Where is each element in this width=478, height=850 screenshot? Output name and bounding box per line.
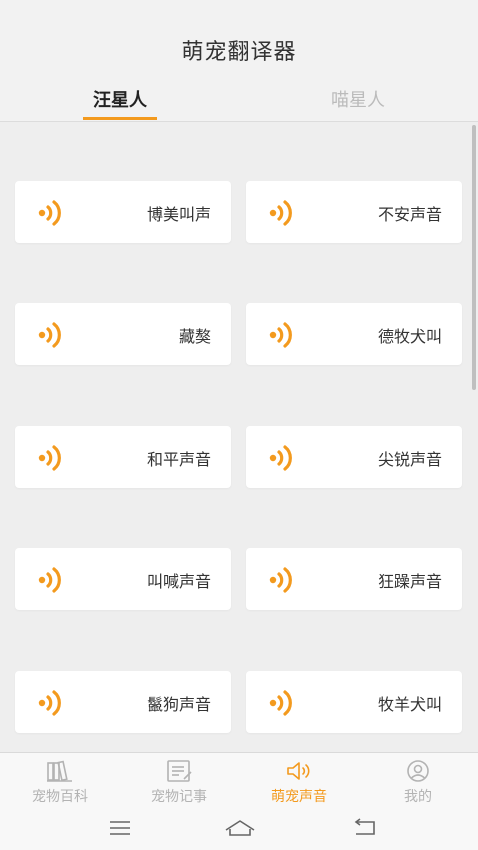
nav-item-pet-encyclopedia[interactable]: 宠物百科 [10,759,110,806]
sound-card-german-shepherd[interactable]: 德牧犬叫 [246,303,462,365]
sound-label: 不安声音 [377,205,442,224]
sound-label: 牧羊犬叫 [377,695,442,714]
notes-icon [167,760,192,782]
sound-wave-icon [269,322,292,348]
nav-item-mine[interactable]: 我的 [368,759,468,806]
sound-wave-icon [38,567,61,593]
bottom-tab-bar: 宠物百科 宠物记事 萌宠声音 我的 [0,752,478,811]
sound-label: 博美叫声 [146,205,211,224]
sound-wave-icon [38,445,61,471]
nav-item-pet-sounds[interactable]: 萌宠声音 [249,759,349,806]
sound-label: 尖锐声音 [377,450,442,469]
sound-wave-icon [269,567,292,593]
sound-card-hyena[interactable]: 鬣狗声音 [15,671,231,733]
sound-card-peaceful[interactable]: 和平声音 [15,426,231,488]
sound-label: 狂躁声音 [377,572,442,591]
sound-card-pomeranian[interactable]: 博美叫声 [15,181,231,243]
nav-label: 萌宠声音 [271,789,327,805]
sound-label: 德牧犬叫 [377,327,442,346]
sound-label: 鬣狗声音 [146,695,211,714]
home-icon[interactable] [224,818,256,838]
sound-label: 和平声音 [146,450,211,469]
menu-icon[interactable] [108,818,132,838]
sound-card-anxious[interactable]: 不安声音 [246,181,462,243]
nav-item-pet-notes[interactable]: 宠物记事 [129,759,229,806]
sound-card-tibetan-mastiff[interactable]: 藏獒 [15,303,231,365]
sound-card-sheepdog[interactable]: 牧羊犬叫 [246,671,462,733]
sound-wave-icon [38,322,61,348]
sound-label: 藏獒 [178,327,211,346]
sound-grid: 博美叫声 不安声音 藏獒 德牧犬叫 和平声音 尖锐声音 叫喊声音 狂躁声音 鬣狗… [0,0,478,760]
nav-label: 宠物记事 [151,789,207,805]
sound-label: 叫喊声音 [146,572,211,591]
sound-wave-icon [269,690,292,716]
sound-card-shouting[interactable]: 叫喊声音 [15,548,231,610]
sound-wave-icon [38,200,61,226]
sound-card-manic[interactable]: 狂躁声音 [246,548,462,610]
system-nav-bar [0,810,478,850]
sound-wave-icon [38,690,61,716]
books-icon [47,760,72,782]
sound-wave-icon [269,445,292,471]
speaker-icon [287,762,310,780]
nav-label: 宠物百科 [32,789,88,805]
sound-wave-icon [269,200,292,226]
sound-card-sharp[interactable]: 尖锐声音 [246,426,462,488]
nav-label: 我的 [404,789,432,805]
back-icon[interactable] [352,818,378,838]
profile-icon [407,760,429,782]
